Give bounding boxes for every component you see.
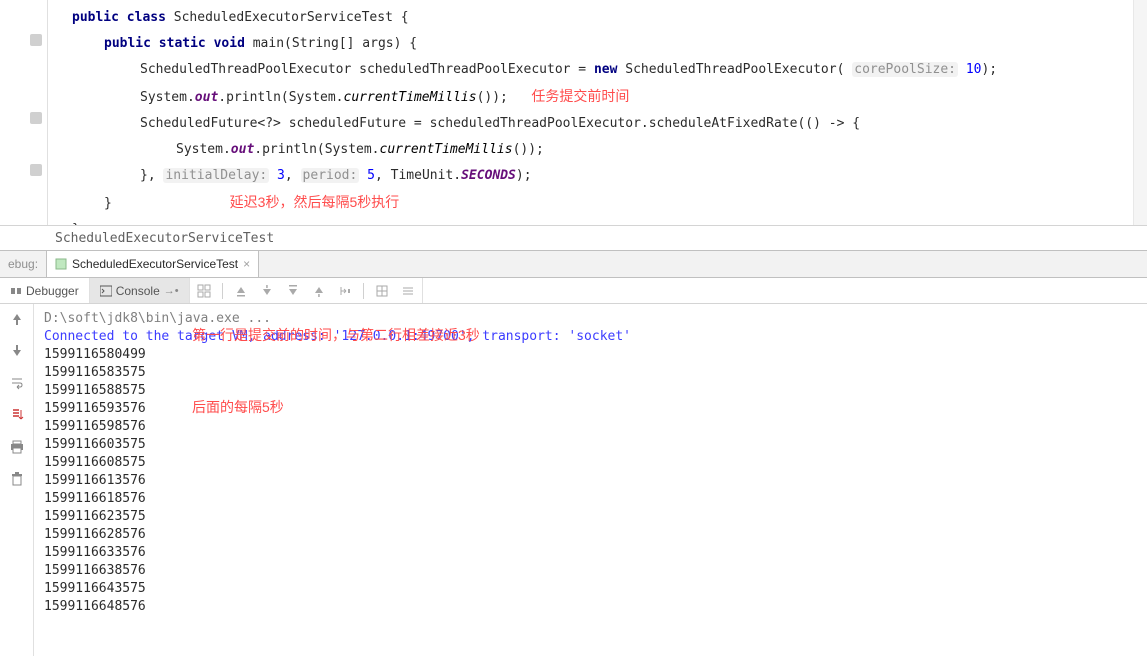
close-icon[interactable]: × bbox=[243, 257, 250, 271]
separator bbox=[222, 283, 223, 299]
annotation-first-line: 第一行是提交前的时间，与第二行相差接近3秒 bbox=[192, 326, 480, 344]
pin-icon[interactable]: →• bbox=[164, 285, 179, 297]
down-stack-icon[interactable] bbox=[285, 283, 301, 299]
console-line-ts: 1599116643575 bbox=[44, 580, 1137, 598]
console-icon bbox=[100, 285, 112, 297]
up-icon[interactable] bbox=[311, 283, 327, 299]
run-config-icon bbox=[55, 258, 67, 270]
code-line: public static void main(String[] args) { bbox=[58, 31, 1137, 57]
code-line: } 延迟3秒，然后每隔5秒执行 bbox=[58, 189, 1137, 217]
console-line-ts: 1599116618576 bbox=[44, 490, 1137, 508]
debug-tool-window-header: ebug: ScheduledExecutorServiceTest × bbox=[0, 250, 1147, 278]
console-line-ts: 1599116628576 bbox=[44, 526, 1137, 544]
gutter-marker[interactable] bbox=[30, 34, 42, 46]
editor-gutter bbox=[0, 0, 48, 225]
layout-icon[interactable] bbox=[196, 283, 212, 299]
console-line-ts: 1599116613576 bbox=[44, 472, 1137, 490]
debug-run-tab[interactable]: ScheduledExecutorServiceTest × bbox=[46, 251, 259, 277]
annotation-interval: 后面的每隔5秒 bbox=[192, 398, 284, 416]
code-line: ScheduledFuture<?> scheduledFuture = sch… bbox=[58, 111, 1137, 137]
console-line-ts: 1599116583575 bbox=[44, 364, 1137, 382]
console-left-toolbar bbox=[0, 304, 34, 656]
console-line-ts: 1599116623575 bbox=[44, 508, 1137, 526]
code-line: System.out.println(System.currentTimeMil… bbox=[58, 83, 1137, 111]
breadcrumb[interactable]: ScheduledExecutorServiceTest bbox=[0, 225, 1147, 250]
grid-icon[interactable] bbox=[374, 283, 390, 299]
console-line-ts: 1599116608575 bbox=[44, 454, 1137, 472]
up-stack-icon[interactable] bbox=[233, 283, 249, 299]
editor-pane: public class ScheduledExecutorServiceTes… bbox=[0, 0, 1147, 225]
code-line: ScheduledThreadPoolExecutor scheduledThr… bbox=[58, 57, 1137, 83]
tab-debugger[interactable]: Debugger bbox=[0, 278, 90, 303]
code-line: }, initialDelay: 3, period: 5, TimeUnit.… bbox=[58, 163, 1137, 189]
debug-sub-tab-bar: Debugger Console →• bbox=[0, 278, 1147, 304]
console-line-ts: 1599116638576 bbox=[44, 562, 1137, 580]
trash-icon[interactable] bbox=[8, 470, 26, 488]
console-line-ts: 1599116648576 bbox=[44, 598, 1137, 616]
down-icon[interactable] bbox=[259, 283, 275, 299]
console-pane: D:\soft\jdk8\bin\java.exe ... Connected … bbox=[0, 304, 1147, 656]
console-line-ts: 1599116633576 bbox=[44, 544, 1137, 562]
annotation-delay: 延迟3秒，然后每隔5秒执行 bbox=[230, 194, 400, 210]
gutter-marker[interactable] bbox=[30, 112, 42, 124]
arrow-up-icon[interactable] bbox=[8, 310, 26, 328]
code-line: public class ScheduledExecutorServiceTes… bbox=[58, 5, 1137, 31]
separator bbox=[363, 283, 364, 299]
gutter-marker[interactable] bbox=[30, 164, 42, 176]
console-line-ts: 1599116580499 bbox=[44, 346, 1137, 364]
list-icon[interactable] bbox=[400, 283, 416, 299]
scroll-to-end-icon[interactable] bbox=[8, 406, 26, 424]
debugger-icon bbox=[10, 285, 22, 297]
tab-console[interactable]: Console →• bbox=[90, 278, 190, 303]
debug-tab-label: ScheduledExecutorServiceTest bbox=[72, 257, 238, 271]
debug-label: ebug: bbox=[0, 251, 46, 277]
console-line-ts: 1599116603575 bbox=[44, 436, 1137, 454]
console-output[interactable]: D:\soft\jdk8\bin\java.exe ... Connected … bbox=[34, 304, 1147, 656]
print-icon[interactable] bbox=[8, 438, 26, 456]
code-area[interactable]: public class ScheduledExecutorServiceTes… bbox=[48, 0, 1147, 225]
arrow-down-icon[interactable] bbox=[8, 342, 26, 360]
code-line: } bbox=[58, 217, 1137, 225]
code-line: System.out.println(System.currentTimeMil… bbox=[58, 137, 1137, 163]
soft-wrap-icon[interactable] bbox=[8, 374, 26, 392]
annotation-submit-time: 任务提交前时间 bbox=[531, 88, 629, 104]
console-toolbar bbox=[190, 278, 423, 303]
step-icon[interactable] bbox=[337, 283, 353, 299]
console-line-ts: 1599116598576 bbox=[44, 418, 1137, 436]
